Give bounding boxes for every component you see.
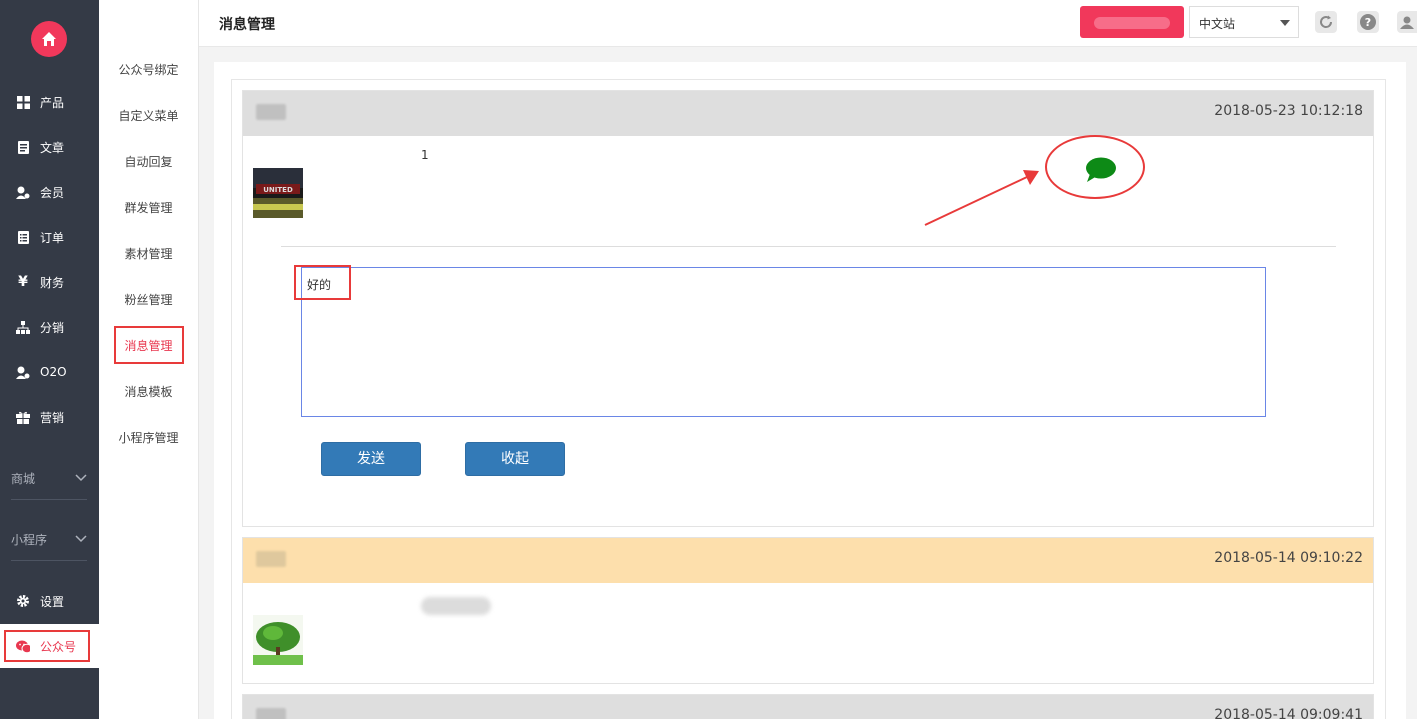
document-icon bbox=[16, 140, 30, 154]
subnav-item[interactable]: 素材管理 bbox=[99, 245, 198, 262]
annotation-arrow bbox=[924, 170, 1039, 226]
nav-item-wechat[interactable]: 公众号 bbox=[0, 624, 99, 668]
nav-item-label: 设置 bbox=[40, 594, 65, 609]
nav-item-label: 营销 bbox=[40, 410, 65, 425]
message-time: 2018-05-23 10:12:18 bbox=[1214, 103, 1363, 119]
nav-item-label: 文章 bbox=[40, 140, 65, 155]
nav-divider bbox=[11, 560, 87, 561]
nav-item-settings[interactable]: 设置 bbox=[0, 586, 99, 616]
gear-icon bbox=[16, 594, 30, 608]
nav-group-label: 商城 bbox=[11, 471, 36, 486]
nav-divider bbox=[11, 499, 87, 500]
subnav-item[interactable]: 消息模板 bbox=[99, 383, 198, 400]
message-header: 2018-05-14 09:09:41 bbox=[243, 695, 1373, 719]
divider bbox=[281, 246, 1336, 247]
redacted-content bbox=[421, 597, 491, 615]
message-content: 1 bbox=[421, 148, 429, 162]
help-button[interactable]: ? bbox=[1357, 11, 1379, 33]
nav-item-label: 分销 bbox=[40, 320, 65, 335]
fan-avatar bbox=[253, 615, 303, 665]
redacted-name bbox=[256, 104, 286, 120]
user-icon bbox=[1400, 16, 1414, 29]
redacted-name bbox=[256, 708, 286, 719]
message-header: 2018-05-14 09:10:22 bbox=[243, 538, 1373, 583]
subnav-item[interactable]: 粉丝管理 bbox=[99, 291, 198, 308]
nav-item-label: 产品 bbox=[40, 95, 65, 110]
account-button[interactable] bbox=[1080, 6, 1184, 38]
subnav-item[interactable]: 群发管理 bbox=[99, 199, 198, 216]
highlight-box bbox=[4, 630, 90, 662]
language-select[interactable]: 中文站 bbox=[1189, 6, 1299, 38]
subnav-item[interactable]: 自定义菜单 bbox=[99, 107, 198, 124]
top-bar: 消息管理 中文站 ? bbox=[199, 0, 1417, 47]
message-card: 2018-05-14 09:10:22 bbox=[242, 537, 1374, 684]
nav-item-products[interactable]: 产品 bbox=[0, 87, 99, 117]
svg-text:UNITED: UNITED bbox=[263, 186, 293, 194]
message-card: 2018-05-14 09:09:41 bbox=[242, 694, 1374, 719]
help-icon: ? bbox=[1360, 14, 1376, 30]
yen-icon: ¥ bbox=[18, 274, 28, 290]
home-button[interactable] bbox=[31, 21, 67, 57]
nav-group-label: 小程序 bbox=[11, 532, 48, 547]
highlight-box bbox=[294, 265, 351, 300]
svg-text:?: ? bbox=[1365, 16, 1371, 29]
message-card: 2018-05-23 10:12:18 1 UNITED 好的 发送 收起 bbox=[242, 90, 1374, 527]
subnav-item[interactable]: 公众号绑定 bbox=[99, 61, 198, 78]
reply-textarea[interactable]: 好的 bbox=[294, 265, 1266, 417]
fan-avatar: UNITED bbox=[253, 168, 303, 218]
nav-item-label: 会员 bbox=[40, 185, 65, 200]
nav-item-marketing[interactable]: 营销 bbox=[0, 402, 99, 432]
subnav-item[interactable]: 自动回复 bbox=[99, 153, 198, 170]
language-select-value: 中文站 bbox=[1199, 17, 1236, 31]
o2o-icon bbox=[16, 365, 30, 379]
sub-sidebar: 公众号绑定 自定义菜单 自动回复 群发管理 素材管理 粉丝管理 消息管理 消息模… bbox=[99, 0, 199, 719]
highlight-box bbox=[114, 326, 184, 364]
message-time: 2018-05-14 09:10:22 bbox=[1214, 550, 1363, 566]
nav-group-miniprogram[interactable]: 小程序 bbox=[11, 527, 87, 551]
collapse-button[interactable]: 收起 bbox=[465, 442, 565, 476]
user-button[interactable] bbox=[1397, 11, 1417, 33]
grid-icon bbox=[16, 95, 30, 109]
nav-item-members[interactable]: 会员 bbox=[0, 177, 99, 207]
order-icon bbox=[16, 230, 30, 244]
sitemap-icon bbox=[16, 320, 30, 334]
redacted-name bbox=[256, 551, 286, 567]
subnav-item[interactable]: 小程序管理 bbox=[99, 429, 198, 446]
send-button[interactable]: 发送 bbox=[321, 442, 421, 476]
nav-item-label: 订单 bbox=[40, 230, 65, 245]
gift-icon bbox=[16, 410, 30, 424]
nav-item-orders[interactable]: 订单 bbox=[0, 222, 99, 252]
refresh-icon bbox=[1320, 15, 1333, 28]
message-time: 2018-05-14 09:09:41 bbox=[1214, 707, 1363, 719]
refresh-button[interactable] bbox=[1315, 11, 1337, 33]
nav-item-distribution[interactable]: 分销 bbox=[0, 312, 99, 342]
nav-item-finance[interactable]: ¥ 财务 bbox=[0, 267, 99, 297]
main-sidebar: 产品 文章 会员 订单 ¥ 财务 分销 O2O 营销 商城 小程序 设置 公众号 bbox=[0, 0, 99, 719]
reply-chat-icon[interactable] bbox=[1085, 157, 1117, 183]
chevron-down-icon bbox=[75, 474, 87, 482]
nav-item-o2o[interactable]: O2O bbox=[0, 357, 99, 387]
home-icon bbox=[42, 32, 56, 46]
nav-item-articles[interactable]: 文章 bbox=[0, 132, 99, 162]
page-title: 消息管理 bbox=[219, 17, 275, 33]
nav-item-label: O2O bbox=[40, 365, 67, 379]
redacted-label bbox=[1094, 17, 1170, 29]
member-icon bbox=[16, 185, 30, 199]
chevron-down-icon bbox=[75, 535, 87, 543]
caret-down-icon bbox=[1280, 20, 1290, 26]
nav-item-label: 财务 bbox=[40, 275, 65, 290]
nav-group-mall[interactable]: 商城 bbox=[11, 466, 87, 490]
message-header: 2018-05-23 10:12:18 bbox=[243, 91, 1373, 136]
